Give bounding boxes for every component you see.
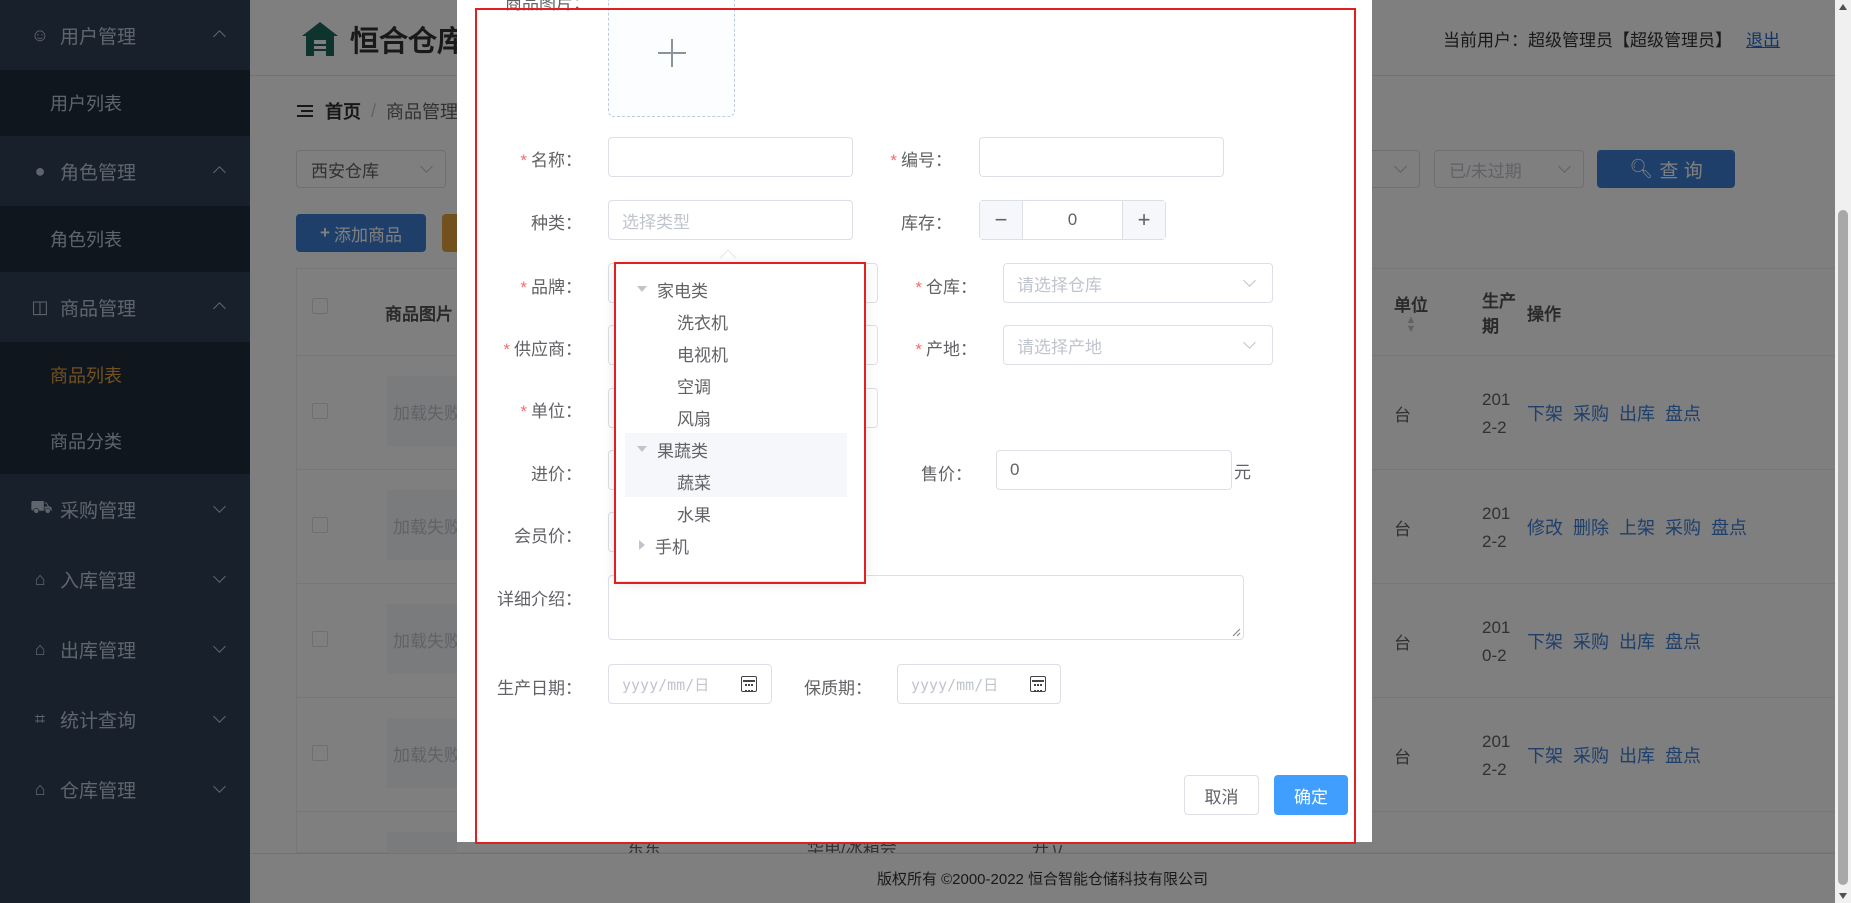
scroll-up-arrow-icon[interactable] — [1839, 4, 1847, 10]
scrollbar-thumb[interactable] — [1838, 210, 1848, 885]
annotation-box-dialog — [475, 8, 1356, 844]
annotation-box-tree — [614, 262, 866, 584]
page-scrollbar[interactable] — [1835, 0, 1851, 903]
scroll-down-arrow-icon[interactable] — [1839, 893, 1847, 899]
